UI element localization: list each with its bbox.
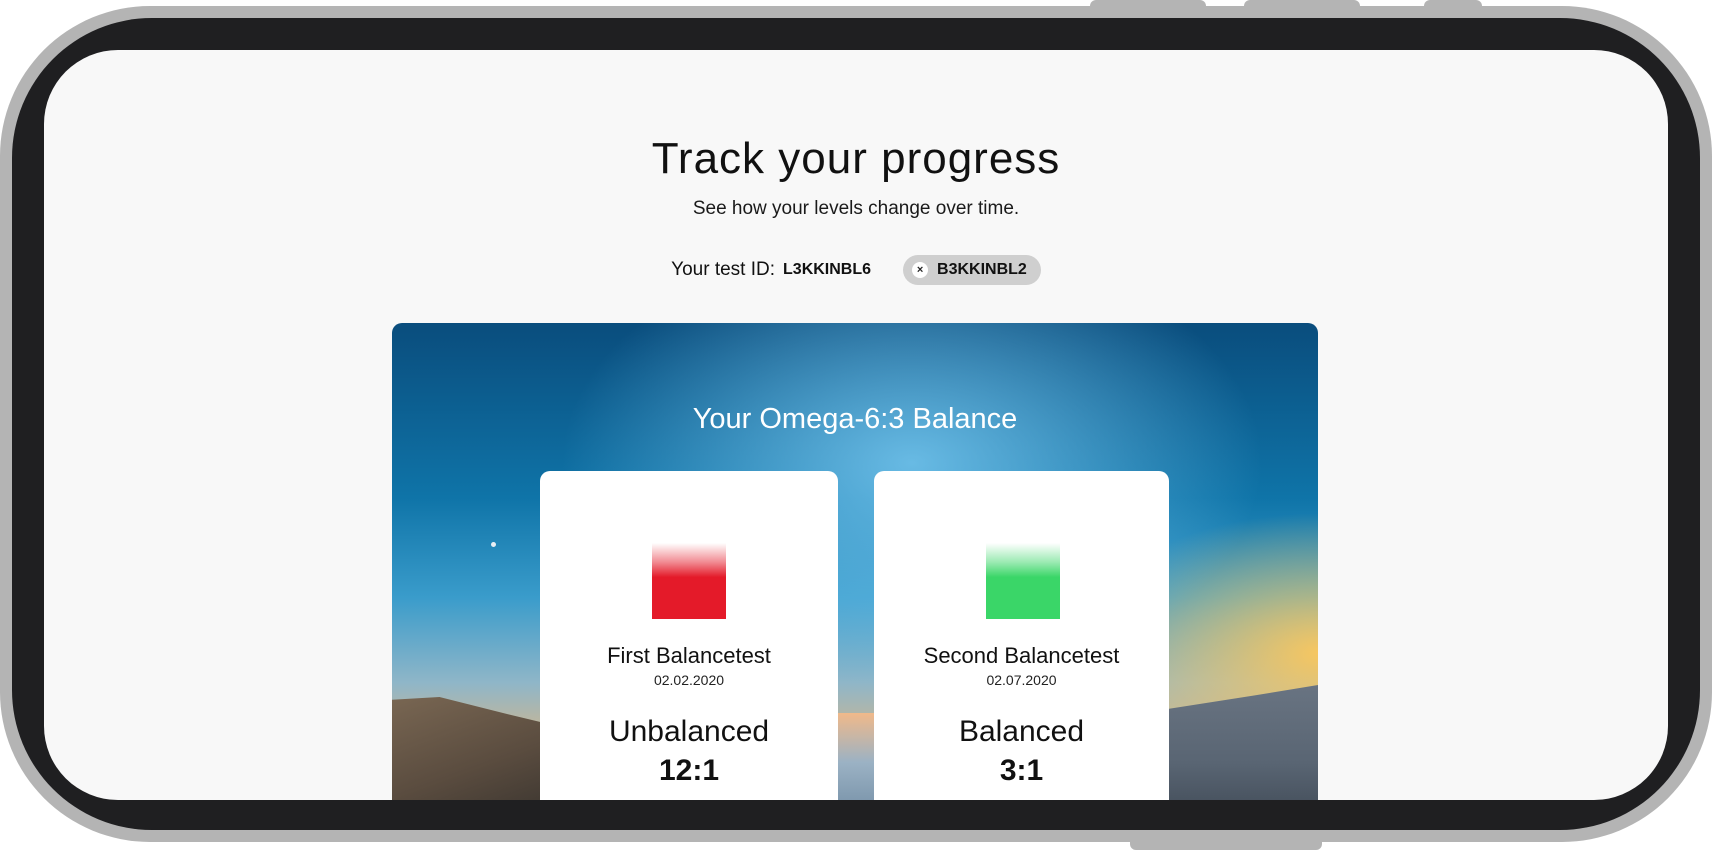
device-side-button bbox=[1424, 0, 1482, 14]
balance-color-swatch bbox=[986, 543, 1060, 619]
test-name: First Balancetest bbox=[607, 643, 771, 668]
current-test-id: L3KKINBL6 bbox=[783, 261, 872, 278]
compare-test-id-chip[interactable]: × B3KKINBL2 bbox=[903, 255, 1041, 285]
test-date: 02.07.2020 bbox=[986, 672, 1057, 688]
background-water bbox=[837, 713, 877, 800]
balance-ratio: 12:1 bbox=[658, 754, 720, 787]
test-id-row: Your test ID: L3KKINBL6 × B3KKINBL2 bbox=[44, 255, 1668, 285]
balance-status: Balanced bbox=[958, 715, 1085, 748]
test-id-label: Your test ID: bbox=[671, 259, 776, 280]
test-date: 02.02.2020 bbox=[653, 672, 725, 688]
page-title: Track your progress bbox=[651, 134, 1061, 183]
test-name: Second Balancetest bbox=[923, 643, 1120, 668]
device-side-button bbox=[1090, 0, 1206, 14]
page-subtitle: See how your levels change over time. bbox=[692, 198, 1020, 219]
balance-hero-panel: Your Omega-6:3 Balance First Balancetest… bbox=[392, 323, 1318, 800]
device-side-button bbox=[1244, 0, 1360, 14]
close-icon[interactable]: × bbox=[912, 262, 929, 278]
device-side-button bbox=[1130, 836, 1322, 850]
compare-test-id: B3KKINBL2 bbox=[937, 261, 1027, 278]
balance-card-second[interactable]: Second Balancetest 02.07.2020 Balanced 3… bbox=[874, 471, 1169, 800]
background-moon bbox=[491, 542, 496, 547]
balance-status: Unbalanced bbox=[608, 715, 770, 748]
app-screen: Track your progress See how your levels … bbox=[44, 50, 1668, 800]
balance-title: Your Omega-6:3 Balance bbox=[692, 403, 1018, 435]
balance-color-swatch bbox=[652, 543, 726, 619]
balance-ratio: 3:1 bbox=[999, 754, 1044, 787]
balance-card-first[interactable]: First Balancetest 02.02.2020 Unbalanced … bbox=[540, 471, 838, 800]
background-rock-right bbox=[1158, 685, 1318, 800]
